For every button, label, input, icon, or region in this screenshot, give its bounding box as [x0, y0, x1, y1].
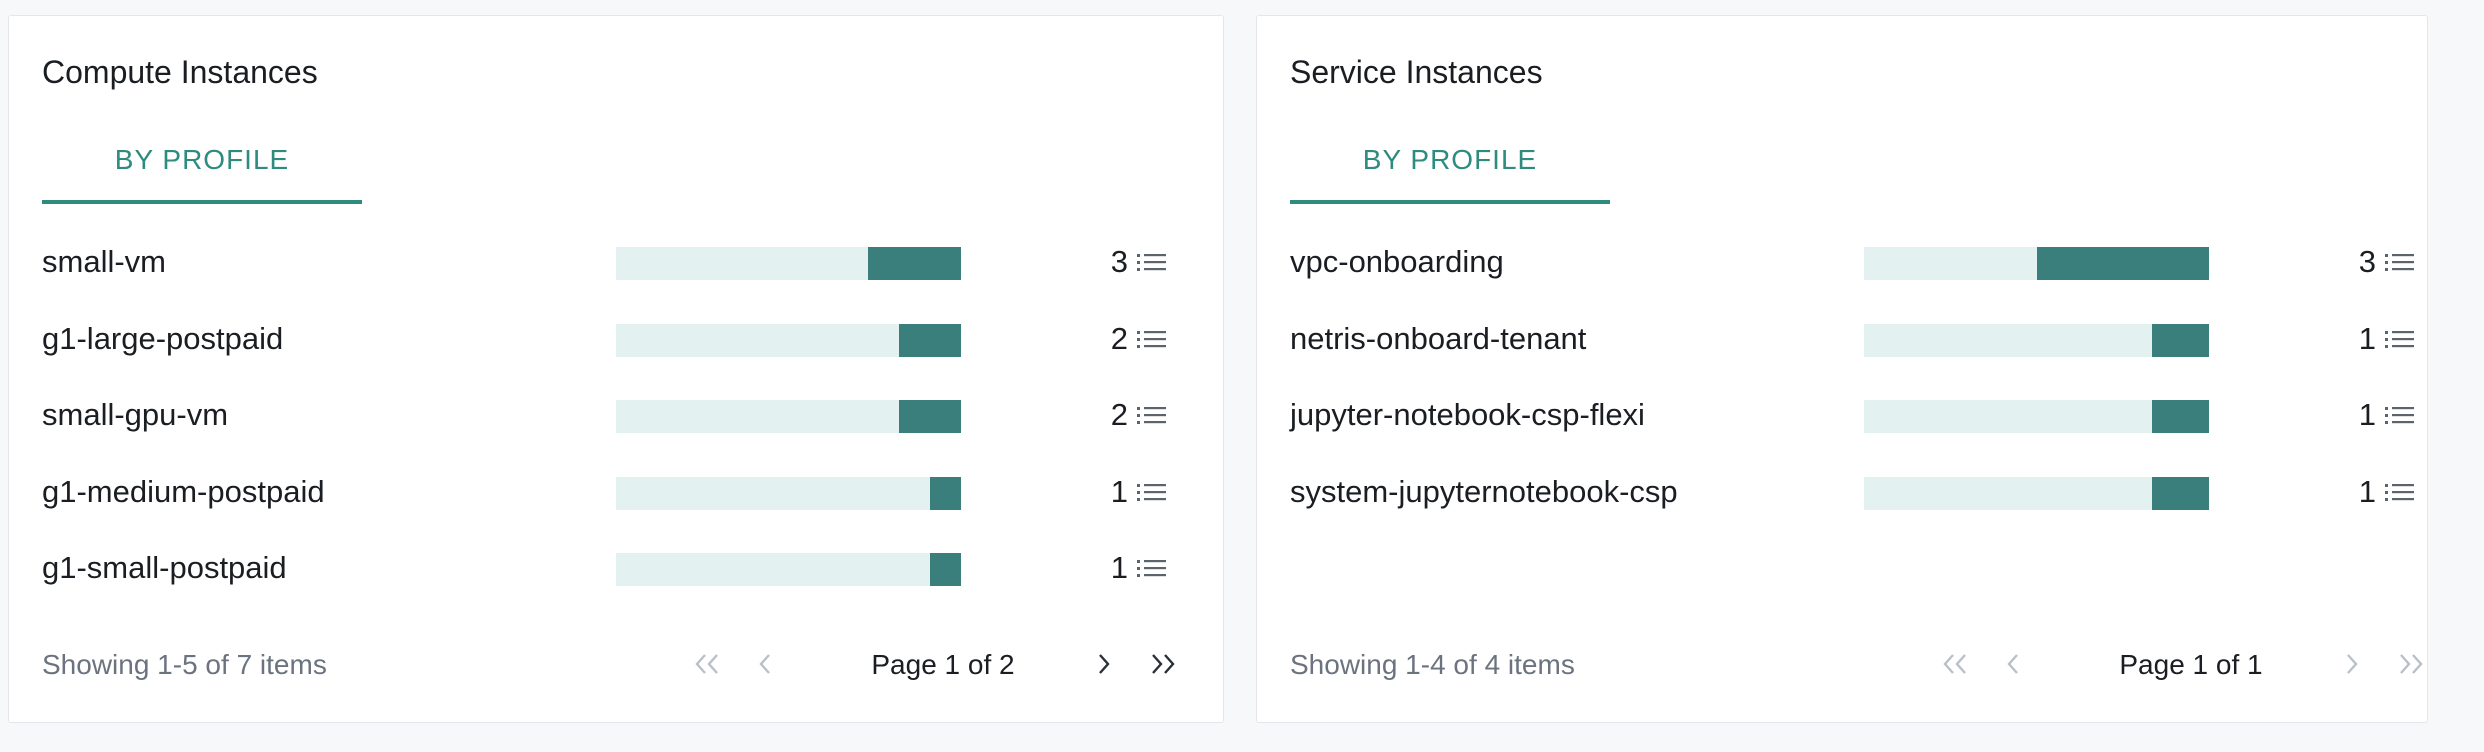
compute-instances-panel: Compute Instances BY PROFILE small-vm 3 g1…: [8, 15, 1224, 723]
list-item: g1-medium-postpaid 1: [9, 462, 1223, 522]
list-icon[interactable]: [2385, 402, 2415, 430]
chevron-right-icon: [2347, 654, 2358, 674]
list-item: small-vm 3: [9, 232, 1223, 292]
count-bar-fill: [2151, 400, 2209, 433]
tab-by-profile[interactable]: BY PROFILE: [42, 118, 362, 204]
first-page-button[interactable]: [1935, 644, 1975, 684]
list-item: g1-small-postpaid 1: [9, 538, 1223, 598]
list-item: g1-large-postpaid 2: [9, 309, 1223, 369]
list-item: vpc-onboarding 3: [1257, 232, 2427, 292]
first-page-button[interactable]: [687, 644, 727, 684]
count-bar-track: [616, 247, 961, 280]
instance-count: 1: [2358, 473, 2376, 509]
chevron-left-icon: [2007, 654, 2018, 674]
profile-name: g1-large-postpaid: [42, 320, 284, 356]
profile-name: g1-small-postpaid: [42, 550, 287, 585]
next-page-button[interactable]: [1084, 644, 1124, 684]
count-bar-fill: [929, 476, 961, 510]
count-bar-fill: [2151, 476, 2209, 510]
last-page-button[interactable]: [1143, 644, 1183, 684]
chevron-right-icon: [1099, 654, 1110, 674]
profile-name: netris-onboard-tenant: [1290, 320, 1587, 356]
count-bar-fill: [2036, 247, 2209, 280]
profile-name: vpc-onboarding: [1290, 244, 1504, 279]
previous-page-button[interactable]: [1993, 644, 2033, 684]
list-icon[interactable]: [1137, 555, 1167, 583]
panel-title: Compute Instances: [42, 54, 318, 90]
count-bar-track: [616, 553, 961, 586]
instance-count: 2: [1110, 320, 1128, 356]
count-bar-track: [1864, 247, 2209, 280]
tab-by-profile[interactable]: BY PROFILE: [1290, 118, 1610, 204]
list-item: jupyter-notebook-csp-flexi 1: [1257, 385, 2427, 445]
list-icon[interactable]: [1137, 479, 1167, 507]
chevron-double-left-icon: [1943, 654, 1966, 674]
instance-count: 1: [1110, 473, 1128, 509]
chevron-left-icon: [759, 654, 770, 674]
list-icon[interactable]: [2385, 326, 2415, 354]
page-indicator: Page 1 of 1: [2119, 649, 2263, 680]
count-bar-fill: [929, 553, 961, 586]
chevron-double-right-icon: [2400, 654, 2423, 674]
profile-name: jupyter-notebook-csp-flexi: [1290, 397, 1645, 432]
count-bar-track: [1864, 323, 2209, 357]
instance-count: 1: [2358, 397, 2376, 432]
instance-count: 1: [1110, 550, 1128, 585]
count-bar-track: [1864, 476, 2209, 510]
instance-count: 3: [1110, 244, 1128, 279]
count-bar-fill: [898, 400, 961, 433]
last-page-button[interactable]: [2391, 644, 2431, 684]
count-bar-fill: [898, 323, 961, 357]
list-icon[interactable]: [1137, 326, 1167, 354]
panel-title: Service Instances: [1290, 54, 1543, 90]
list-item: small-gpu-vm 2: [9, 385, 1223, 445]
chevron-double-right-icon: [1152, 654, 1175, 674]
tab-label: BY PROFILE: [1362, 144, 1538, 175]
count-bar-track: [1864, 400, 2209, 433]
previous-page-button[interactable]: [745, 644, 785, 684]
count-bar-fill: [867, 247, 961, 280]
profile-name: small-gpu-vm: [42, 397, 229, 432]
instance-count: 3: [2358, 244, 2376, 279]
count-bar-track: [616, 476, 961, 510]
list-icon[interactable]: [2385, 479, 2415, 507]
list-icon[interactable]: [2385, 249, 2415, 277]
chevron-double-left-icon: [695, 654, 718, 674]
count-bar-track: [616, 400, 961, 433]
instance-count: 1: [2358, 320, 2376, 356]
pagination-status: Showing 1-4 of 4 items: [1290, 649, 1575, 680]
pagination-status: Showing 1-5 of 7 items: [42, 649, 327, 680]
service-instances-panel: Service Instances BY PROFILE vpc-onboard…: [1256, 15, 2428, 723]
list-item: netris-onboard-tenant 1: [1257, 309, 2427, 369]
list-item: system-jupyternotebook-csp 1: [1257, 462, 2427, 522]
page-indicator: Page 1 of 2: [871, 649, 1015, 680]
next-page-button[interactable]: [2332, 644, 2372, 684]
profile-name: g1-medium-postpaid: [42, 473, 325, 509]
count-bar-track: [616, 323, 961, 357]
count-bar-fill: [2151, 323, 2209, 357]
profile-name: system-jupyternotebook-csp: [1290, 473, 1678, 509]
profile-name: small-vm: [42, 244, 166, 279]
tab-label: BY PROFILE: [114, 144, 290, 175]
list-icon[interactable]: [1137, 402, 1167, 430]
instance-count: 2: [1110, 397, 1128, 432]
list-icon[interactable]: [1137, 249, 1167, 277]
